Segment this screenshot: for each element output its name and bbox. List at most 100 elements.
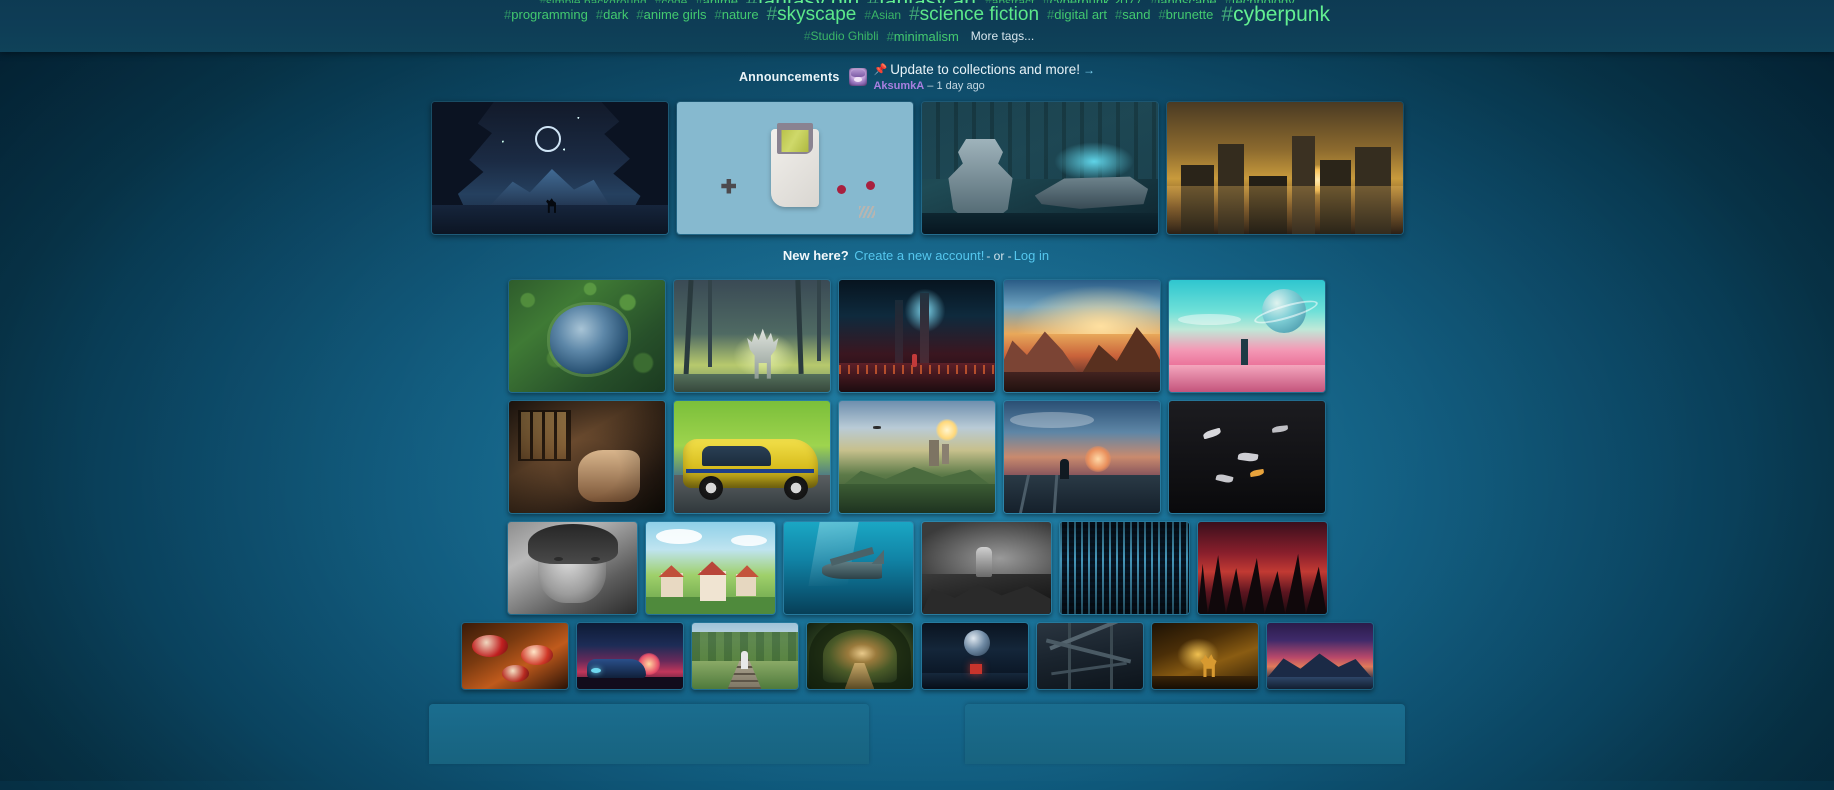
thumb-yellow-muscle-car[interactable] [673,400,831,514]
thumb-gold-deer[interactable] [1150,622,1259,690]
art-layer [1166,186,1403,234]
thumbnail-image [1197,522,1327,614]
thumb-planet-red-box[interactable] [920,622,1029,690]
tag-abstract[interactable]: #abstract [985,0,1034,3]
grid-row-d [0,622,1834,690]
page-root: #simple background#code#anime#fantasy gi… [0,0,1834,764]
art-layer [686,468,815,473]
art-layer [1059,522,1189,614]
tag-label: brunette [1165,7,1214,23]
hash-icon: # [539,0,546,3]
log-in-link[interactable]: Log in [1014,248,1049,263]
thumb-blue-mountain-night[interactable] [1265,622,1374,690]
arrow-right-icon: → [1083,63,1096,78]
tag-label: abstract [992,0,1035,3]
thumbnail-image [1004,280,1160,392]
new-here-prompt: New here? [782,248,849,263]
tag-fantasy-art[interactable]: #fantasy art [867,0,977,3]
thumb-matrix-code[interactable] [1058,521,1190,615]
tag-label: cyberpunk [1233,3,1330,26]
thumb-castle-landscape[interactable] [838,400,996,514]
tag-code[interactable]: #code [655,0,688,3]
tag-fantasy-girl[interactable]: #fantasy girl [746,0,859,3]
panel-left [429,704,869,764]
art-layer [1053,141,1134,182]
thumb-bw-figure-rocks[interactable] [920,521,1052,615]
tag-nature[interactable]: #nature [714,8,758,22]
tag-asian[interactable]: #Asian [864,8,901,22]
thumb-minimal-fish[interactable] [1168,400,1326,514]
tag-anime[interactable]: #anime [695,0,738,3]
art-layer [1151,675,1258,689]
art-layer [1068,623,1072,689]
announcements-label: Announcements [738,70,840,84]
art-layer [941,443,949,464]
thumb-dark-structure[interactable] [1035,622,1144,690]
art-layer [935,418,958,441]
art-layer [816,280,821,361]
tag-cyberpunk[interactable]: #cyberpunk [1221,3,1330,26]
art-layer [1169,365,1325,392]
hash-icon: # [746,0,758,3]
announcement-author-link[interactable]: AksumkA [873,80,924,92]
tag-anime-girls[interactable]: #anime girls [636,8,706,22]
thumb-red-flowers[interactable] [460,622,569,690]
thumb-bw-portrait[interactable] [506,521,638,615]
tag-landscape[interactable]: #landscape [1150,0,1217,3]
thumbnail-image [1059,522,1189,614]
thumbnail-image [839,401,995,513]
announcement-title-link[interactable]: 📌 Update to collections and more! → [873,62,1095,78]
art-layer [921,584,1051,614]
thumb-red-monoliths[interactable] [838,279,996,393]
thumb-red-sky-trees[interactable] [1196,521,1328,615]
tag-brunette[interactable]: #brunette [1158,8,1213,22]
hash-icon: # [695,0,702,3]
tag-studio-ghibli[interactable]: #Studio Ghibli [804,30,879,43]
hash-icon: # [867,0,879,3]
thumbnail-image [806,623,913,689]
thumb-railway-sunset[interactable] [1003,400,1161,514]
featured-deer-night-forest[interactable] [430,101,669,235]
featured-mech-hangar[interactable] [920,101,1159,235]
art-layer [1237,451,1259,462]
thumbnail-image [645,522,775,614]
grid-row-a [0,279,1834,393]
thumb-forest-pond[interactable] [508,279,666,393]
thumb-giant-deer[interactable] [673,279,831,393]
thumb-underwater-plane[interactable] [782,521,914,615]
hash-icon: # [504,7,512,23]
hash-icon: # [803,29,811,44]
tag-label: fantasy girl [758,0,860,3]
art-layer [1045,638,1132,664]
create-account-link[interactable]: Create a new account! [854,248,984,263]
announcements-bar: Announcements 📌 Update to collections an… [0,62,1834,92]
tag-skyscape[interactable]: #skyscape [767,5,857,25]
thumb-ghibli-village[interactable] [644,521,776,615]
tag-digital-art[interactable]: #digital art [1047,8,1107,22]
thumb-indoor-portrait[interactable] [508,400,666,514]
panel-right [965,704,1405,764]
featured-city-sunset[interactable] [1165,101,1404,235]
tag-cyberpunk-2077[interactable]: #cyberpunk 2077 [1042,0,1142,3]
thumb-neon-car-night[interactable] [575,622,684,690]
art-layer [1249,469,1265,478]
tag-label: fantasy art [879,0,977,3]
tag-simple-background[interactable]: #simple background [539,0,646,3]
thumb-girl-railroad[interactable] [690,622,799,690]
more-tags-link[interactable]: More tags... [971,30,1034,43]
tag-label: code [661,0,687,3]
thumb-forest-tunnel[interactable] [805,622,914,690]
art-layer [1085,445,1112,472]
art-layer [658,565,685,578]
tag-science-fiction[interactable]: #science fiction [909,5,1039,25]
thumb-canyon-sunrise[interactable] [1003,279,1161,393]
tag-programming[interactable]: #programming [504,8,588,22]
thumbnail-image [1004,401,1160,513]
art-layer [1004,371,1160,392]
thumbnail-image [461,623,568,689]
featured-game-boy[interactable] [675,101,914,235]
tag-sand[interactable]: #sand [1115,8,1150,22]
tag-minimalism[interactable]: #minimalism [887,30,959,44]
tag-dark[interactable]: #dark [596,8,629,22]
thumb-pink-planet[interactable] [1168,279,1326,393]
